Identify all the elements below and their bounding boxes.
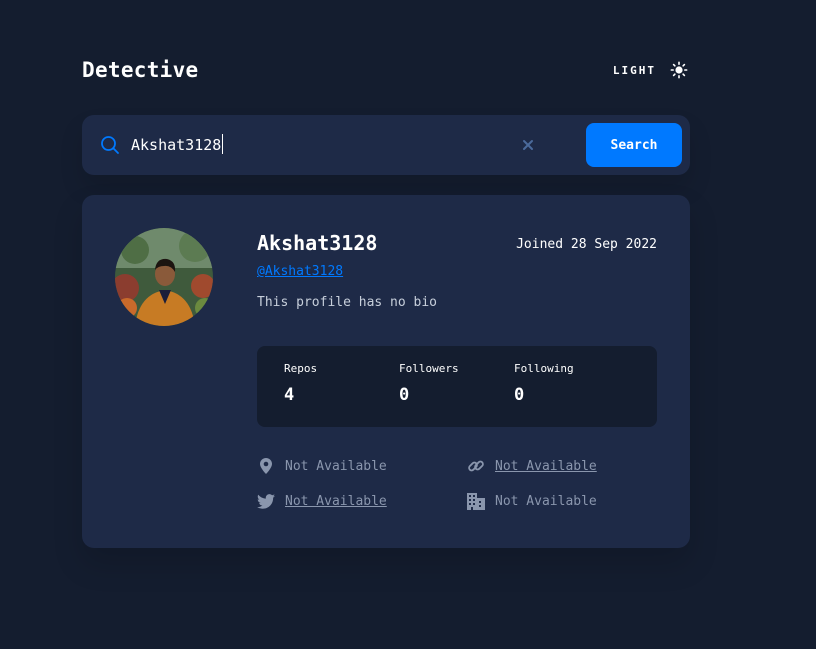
stat-followers: Followers 0 [399,362,459,405]
location-item: Not Available [257,457,387,475]
profile-name: Akshat3128 [257,231,378,255]
twitter-item[interactable]: Not Available [257,492,387,510]
location-text: Not Available [285,458,387,474]
stat-value: 4 [284,385,295,405]
website-link[interactable]: Not Available [495,459,597,474]
text-caret [222,134,223,154]
close-icon[interactable] [522,139,534,151]
website-item[interactable]: Not Available [467,457,597,475]
search-icon [101,136,119,154]
app-logo: Detective [82,58,199,82]
stat-value: 0 [514,385,525,405]
building-icon [467,492,485,510]
location-pin-icon [257,457,275,475]
avatar [115,228,213,326]
stats-panel: Repos 4 Followers 0 Following 0 [257,346,657,427]
company-item: Not Available [467,492,597,510]
stat-label: Followers [399,362,459,375]
stat-repos: Repos 4 [284,362,317,405]
stat-following: Following 0 [514,362,574,405]
profile-card: Akshat3128 Joined 28 Sep 2022 @Akshat312… [82,195,690,548]
stat-label: Repos [284,362,318,375]
link-icon [467,457,485,475]
profile-username-link[interactable]: @Akshat3128 [257,264,343,279]
theme-toggle[interactable]: LIGHT [613,61,688,79]
search-button[interactable]: Search [586,123,682,167]
stat-value: 0 [399,385,410,405]
search-bar: Search [82,115,690,175]
company-text: Not Available [495,493,597,509]
stat-label: Following [514,362,574,375]
header: Detective LIGHT [82,56,690,84]
twitter-icon [257,492,275,510]
theme-toggle-label[interactable]: LIGHT [613,64,656,77]
search-input[interactable] [131,132,511,158]
sun-icon[interactable] [670,61,688,79]
joined-date: Joined 28 Sep 2022 [516,237,657,252]
twitter-link[interactable]: Not Available [285,494,387,509]
profile-bio: This profile has no bio [257,295,438,310]
